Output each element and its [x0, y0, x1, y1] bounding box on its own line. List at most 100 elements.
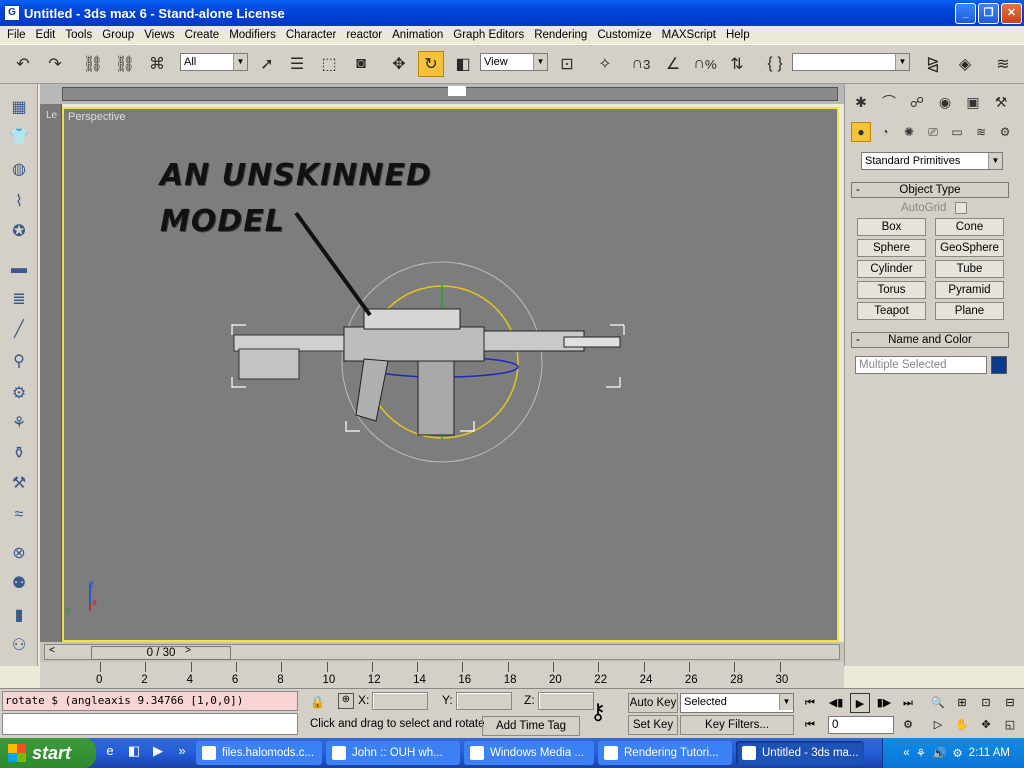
add-time-tag-button[interactable]: Add Time Tag: [482, 716, 580, 736]
menu-animation[interactable]: Animation: [387, 29, 448, 41]
menu-modifiers[interactable]: Modifiers: [224, 29, 281, 41]
lock-icon[interactable]: 🔒: [310, 695, 325, 709]
menu-rendering[interactable]: Rendering: [529, 29, 592, 41]
previous-frame-icon[interactable]: <: [45, 645, 59, 659]
field-of-view-icon[interactable]: ▷: [928, 715, 948, 735]
object-color-swatch[interactable]: [991, 356, 1007, 374]
volume-icon[interactable]: 🔊: [932, 746, 946, 760]
task-rendering-tutorial[interactable]: Rendering Tutori...: [598, 741, 732, 765]
lights-icon[interactable]: ✺: [899, 122, 919, 142]
track-bar-thumb[interactable]: [448, 86, 466, 96]
motor-icon[interactable]: ⚲: [6, 348, 32, 374]
pyramid-button[interactable]: Pyramid: [935, 281, 1004, 299]
link-icon[interactable]: ⛓: [80, 51, 106, 77]
layer-manager-icon[interactable]: ≋: [990, 51, 1016, 77]
selection-filter-dropdown[interactable]: All ▼: [180, 53, 248, 71]
angle-snap-icon[interactable]: ∠: [660, 51, 686, 77]
rifle-model[interactable]: [233, 308, 621, 436]
internet-explorer-icon[interactable]: e: [100, 743, 120, 763]
frame-ruler[interactable]: 0 2 4 6 8 10 12 14 16 18 20 22 24 26 28 30: [40, 662, 844, 688]
shapes-icon[interactable]: ◔: [875, 122, 895, 142]
analyze-world-icon[interactable]: ▮: [6, 602, 32, 628]
manipulate-icon[interactable]: ✧: [592, 51, 618, 77]
minimize-button[interactable]: _: [955, 2, 976, 24]
previous-frame-icon[interactable]: ◀▮: [826, 693, 846, 713]
geosphere-button[interactable]: GeoSphere: [935, 239, 1004, 257]
object-name-field[interactable]: Multiple Selected: [855, 356, 987, 374]
current-frame-field[interactable]: 0: [828, 716, 894, 734]
cone-button[interactable]: Cone: [935, 218, 1004, 236]
percent-snap-icon[interactable]: ∩%: [692, 51, 718, 77]
water-icon[interactable]: ⚒: [6, 470, 32, 496]
bind-space-warp-icon[interactable]: ⌘: [144, 51, 170, 77]
plane-button[interactable]: Plane: [935, 302, 1004, 320]
tray-app-icon[interactable]: ⚘: [916, 746, 926, 760]
key-filters-button[interactable]: Key Filters...: [680, 715, 794, 735]
spring-icon[interactable]: ≣: [6, 286, 32, 312]
scale-icon[interactable]: ◧: [450, 51, 476, 77]
named-selection-dropdown[interactable]: ▼: [792, 53, 910, 71]
cylinder-button[interactable]: Cylinder: [857, 260, 926, 278]
next-frame-icon[interactable]: >: [181, 645, 195, 659]
maximize-viewport-icon[interactable]: ◱: [1000, 715, 1020, 735]
menu-create[interactable]: Create: [180, 29, 225, 41]
sphere-button[interactable]: Sphere: [857, 239, 926, 257]
maxscript-listener-input[interactable]: [2, 713, 298, 735]
display-tab-icon[interactable]: ▣: [961, 90, 985, 114]
rope-icon[interactable]: ⌇: [6, 188, 32, 214]
z-coordinate-field[interactable]: [538, 692, 594, 710]
show-desktop-icon[interactable]: ◧: [124, 743, 144, 763]
hierarchy-tab-icon[interactable]: ☍: [905, 90, 929, 114]
systems-icon[interactable]: ⚙: [995, 122, 1015, 142]
arc-rotate-icon[interactable]: ✥: [976, 715, 996, 735]
maximize-button[interactable]: ❐: [978, 2, 999, 24]
play-icon[interactable]: ▶: [850, 693, 870, 713]
space-warps-icon[interactable]: ≋: [971, 122, 991, 142]
constraint-solver-icon[interactable]: ≈: [6, 502, 32, 528]
time-configuration-icon[interactable]: ⚙: [898, 715, 918, 735]
window-crossing-icon[interactable]: ◙: [348, 51, 374, 77]
named-selection-icon[interactable]: { }: [762, 51, 788, 77]
absolute-mode-icon[interactable]: ⊕: [338, 693, 354, 709]
track-bar[interactable]: [40, 84, 844, 104]
menu-file[interactable]: File: [2, 29, 31, 41]
menu-help[interactable]: Help: [721, 29, 755, 41]
key-icon[interactable]: ⚷: [590, 699, 606, 725]
pan-icon[interactable]: ✋: [952, 715, 972, 735]
key-mode-dropdown[interactable]: Selected ▼: [680, 693, 794, 713]
snap-toggle-icon[interactable]: ∩ 3: [628, 51, 654, 77]
menu-group[interactable]: Group: [97, 29, 139, 41]
task-windows-media[interactable]: Windows Media ...: [464, 741, 594, 765]
category-dropdown[interactable]: Standard Primitives ▼: [861, 152, 1003, 170]
rigid-body-icon[interactable]: ▦: [6, 94, 32, 120]
more-quicklaunch-icon[interactable]: »: [172, 743, 192, 763]
left-viewport-edge[interactable]: Le: [40, 104, 62, 644]
wind-icon[interactable]: ⚙: [6, 380, 32, 406]
task-files-halomods[interactable]: files.halomods.c...: [196, 741, 322, 765]
key-mode-toggle-icon[interactable]: ⏮: [800, 715, 820, 735]
clock[interactable]: 2:11 AM: [969, 747, 1010, 759]
name-color-rollout-header[interactable]: - Name and Color: [851, 332, 1009, 348]
unlink-icon[interactable]: ⛓: [112, 51, 138, 77]
geometry-icon[interactable]: ●: [851, 122, 871, 142]
spinner-snap-icon[interactable]: ⇅: [724, 51, 750, 77]
deforming-mesh-icon[interactable]: ✪: [6, 218, 32, 244]
helpers-icon[interactable]: ▭: [947, 122, 967, 142]
time-slider[interactable]: < 0 / 30 >: [40, 642, 844, 662]
menu-maxscript[interactable]: MAXScript: [657, 29, 721, 41]
soft-body-icon[interactable]: ◍: [6, 156, 32, 182]
rectangular-selection-icon[interactable]: ⬚: [316, 51, 342, 77]
task-3dsmax[interactable]: Untitled - 3ds ma...: [736, 741, 864, 765]
perspective-viewport[interactable]: Perspective AN UNSKINNED MODEL z x y: [62, 107, 839, 642]
fracture-icon[interactable]: ⚱: [6, 440, 32, 466]
close-button[interactable]: ✕: [1001, 2, 1022, 24]
modify-tab-icon[interactable]: ⌒: [877, 90, 901, 114]
redo-icon[interactable]: ↷: [42, 51, 68, 77]
torus-button[interactable]: Torus: [857, 281, 926, 299]
preview-animation-icon[interactable]: ⚇: [6, 632, 32, 658]
menu-character[interactable]: Character: [281, 29, 342, 41]
pivot-center-icon[interactable]: ⊡: [554, 51, 580, 77]
menu-views[interactable]: Views: [139, 29, 179, 41]
menu-edit[interactable]: Edit: [31, 29, 61, 41]
maxscript-listener-output[interactable]: rotate $ (angleaxis 9.34766 [1,0,0]): [2, 691, 298, 711]
